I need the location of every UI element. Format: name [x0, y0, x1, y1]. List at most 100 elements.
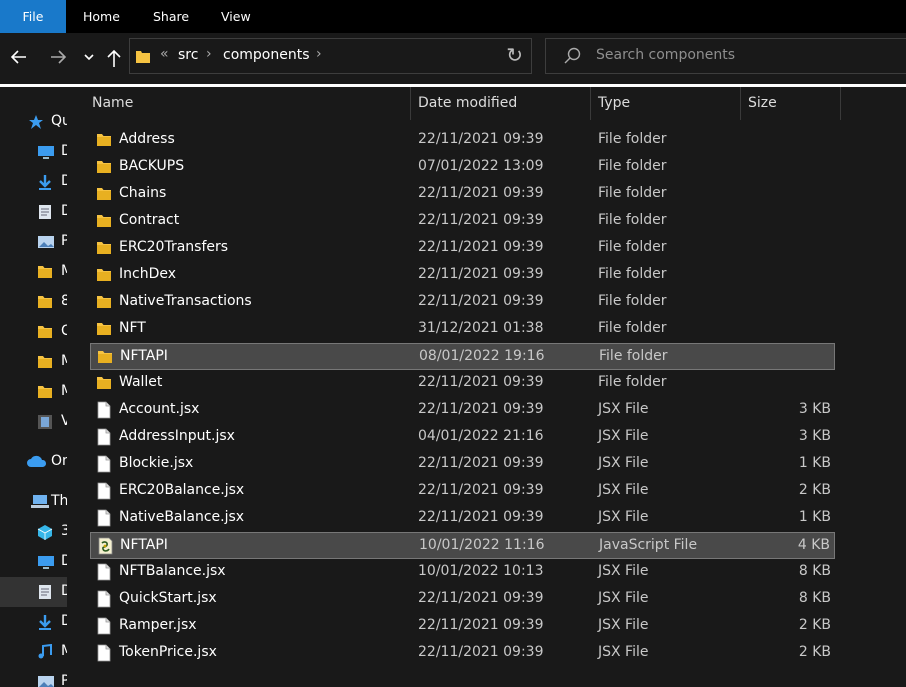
- nav-item[interactable]: Th: [0, 487, 67, 517]
- nav-item[interactable]: M: [0, 377, 67, 407]
- file-type: File folder: [598, 131, 667, 147]
- refresh-icon[interactable]: ↻: [506, 43, 523, 67]
- search-input[interactable]: Search components: [596, 47, 735, 63]
- nav-item[interactable]: D: [0, 547, 67, 577]
- overflow-chevron[interactable]: «: [160, 46, 169, 62]
- back-button[interactable]: [9, 47, 29, 72]
- breadcrumb-components[interactable]: components: [223, 47, 310, 63]
- folder-icon: [96, 158, 112, 176]
- file-row[interactable]: NFTAPI 08/01/2022 19:16 File folder: [90, 343, 835, 370]
- file-row[interactable]: Blockie.jsx 22/11/2021 09:39 JSX File 1 KB: [90, 451, 835, 478]
- file-row[interactable]: Contract 22/11/2021 09:39 File folder: [90, 208, 835, 235]
- file-icon: [96, 509, 112, 527]
- file-row[interactable]: AddressInput.jsx 04/01/2022 21:16 JSX File…: [90, 424, 835, 451]
- file-date-modified: 22/11/2021 09:39: [418, 239, 544, 255]
- nav-item[interactable]: D: [0, 607, 67, 637]
- column-divider[interactable]: [590, 87, 591, 120]
- file-row[interactable]: Account.jsx 22/11/2021 09:39 JSX File 3 KB: [90, 397, 835, 424]
- nav-item[interactable]: P: [0, 227, 67, 257]
- folder-icon: [96, 239, 112, 257]
- file-row[interactable]: Address 22/11/2021 09:39 File folder: [90, 127, 835, 154]
- file-type: JSX File: [598, 563, 649, 579]
- file-date-modified: 04/01/2022 21:16: [418, 428, 544, 444]
- tab-view[interactable]: View: [221, 0, 251, 33]
- file-row[interactable]: Ramper.jsx 22/11/2021 09:39 JSX File 2 KB: [90, 613, 835, 640]
- file-name: Account.jsx: [119, 401, 200, 417]
- file-row[interactable]: NFT 31/12/2021 01:38 File folder: [90, 316, 835, 343]
- breadcrumb-src[interactable]: src: [178, 47, 198, 63]
- folder-icon: [37, 294, 53, 310]
- file-size: 1 KB: [798, 455, 831, 471]
- file-row[interactable]: ERC20Balance.jsx 22/11/2021 09:39 JSX File…: [90, 478, 835, 505]
- nav-item[interactable]: C: [0, 317, 67, 347]
- nav-item[interactable]: 3: [0, 517, 67, 547]
- nav-item[interactable]: P: [0, 667, 67, 687]
- column-divider[interactable]: [740, 87, 741, 120]
- arrow-left-icon: [10, 50, 26, 64]
- tab-file[interactable]: File: [0, 0, 66, 33]
- file-row[interactable]: BACKUPS 07/01/2022 13:09 File folder: [90, 154, 835, 181]
- column-date-modified[interactable]: Date modified: [418, 95, 517, 111]
- file-row[interactable]: NFTAPI 10/01/2022 11:16 JavaScript File 4 K…: [90, 532, 835, 559]
- nav-item-label: Qu: [51, 113, 67, 129]
- arrow-right-icon: [51, 50, 67, 64]
- forward-button[interactable]: [48, 47, 68, 72]
- nav-item[interactable]: M: [0, 257, 67, 287]
- nav-item[interactable]: Qu: [0, 107, 67, 137]
- column-divider[interactable]: [840, 87, 841, 120]
- column-size[interactable]: Size: [748, 95, 777, 111]
- file-icon: [96, 617, 112, 635]
- nav-item-label: On: [51, 453, 67, 469]
- breadcrumb-separator-icon[interactable]: ›: [316, 46, 322, 62]
- file-name: NativeTransactions: [119, 293, 252, 309]
- address-bar[interactable]: « src › components › ↻: [129, 38, 532, 74]
- file-name: InchDex: [119, 266, 177, 282]
- file-row[interactable]: Chains 22/11/2021 09:39 File folder: [90, 181, 835, 208]
- file-row[interactable]: ERC20Transfers 22/11/2021 09:39 File folde…: [90, 235, 835, 262]
- file-row[interactable]: TokenPrice.jsx 22/11/2021 09:39 JSX File 2 …: [90, 640, 835, 667]
- tab-home[interactable]: Home: [83, 0, 120, 33]
- file-date-modified: 22/11/2021 09:39: [418, 185, 544, 201]
- nav-item[interactable]: On: [0, 447, 67, 477]
- nav-item[interactable]: D: [0, 577, 67, 607]
- nav-item[interactable]: D: [0, 197, 67, 227]
- file-date-modified: 31/12/2021 01:38: [418, 320, 544, 336]
- folder-icon: [96, 374, 112, 392]
- file-name: NFT: [119, 320, 146, 336]
- file-date-modified: 22/11/2021 09:39: [418, 617, 544, 633]
- nav-item[interactable]: M: [0, 637, 67, 667]
- file-name: NFTAPI: [120, 537, 168, 553]
- file-size: 3 KB: [798, 401, 831, 417]
- file-type: JSX File: [598, 482, 649, 498]
- column-type[interactable]: Type: [598, 95, 630, 111]
- file-row[interactable]: NativeTransactions 22/11/2021 09:39 File f…: [90, 289, 835, 316]
- file-name: NativeBalance.jsx: [119, 509, 245, 525]
- file-name: Wallet: [119, 374, 163, 390]
- file-size: 2 KB: [798, 617, 831, 633]
- column-divider[interactable]: [410, 87, 411, 120]
- nav-item[interactable]: 8: [0, 287, 67, 317]
- file-size: 8 KB: [798, 590, 831, 606]
- file-size: 4 KB: [797, 537, 830, 553]
- breadcrumb-separator-icon[interactable]: ›: [206, 46, 212, 62]
- recent-locations-button[interactable]: [82, 49, 96, 69]
- file-row[interactable]: Wallet 22/11/2021 09:39 File folder: [90, 370, 835, 397]
- document-icon: [37, 204, 53, 220]
- nav-item[interactable]: V: [0, 407, 67, 437]
- nav-item-label: Th: [51, 493, 67, 509]
- folder-icon: [96, 185, 112, 203]
- file-row[interactable]: InchDex 22/11/2021 09:39 File folder: [90, 262, 835, 289]
- column-name[interactable]: Name: [92, 95, 133, 111]
- file-size: 2 KB: [798, 482, 831, 498]
- nav-item[interactable]: D: [0, 137, 67, 167]
- search-box[interactable]: Search components: [545, 38, 906, 74]
- file-row[interactable]: NFTBalance.jsx 10/01/2022 10:13 JSX File 8 …: [90, 559, 835, 586]
- nav-item[interactable]: D: [0, 167, 67, 197]
- nav-item[interactable]: M: [0, 347, 67, 377]
- up-button[interactable]: [104, 47, 124, 74]
- file-name: Contract: [119, 212, 180, 228]
- folder-icon: [96, 212, 112, 230]
- file-row[interactable]: NativeBalance.jsx 22/11/2021 09:39 JSX Fil…: [90, 505, 835, 532]
- file-row[interactable]: QuickStart.jsx 22/11/2021 09:39 JSX File 8 …: [90, 586, 835, 613]
- tab-share[interactable]: Share: [153, 0, 189, 33]
